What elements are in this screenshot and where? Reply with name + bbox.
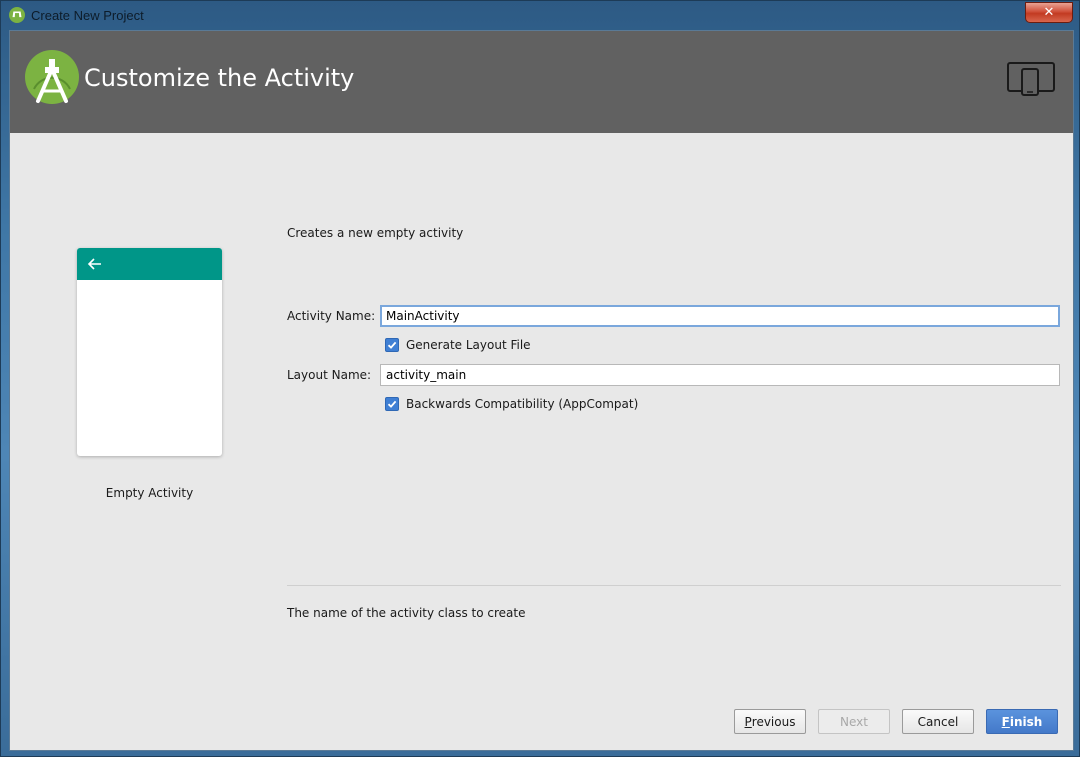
preview-toolbar: [77, 248, 222, 280]
activity-name-input[interactable]: [380, 305, 1060, 327]
template-description: Creates a new empty activity: [287, 226, 464, 240]
checkmark-icon: [387, 341, 397, 349]
activity-name-label: Activity Name:: [287, 309, 376, 323]
finish-label: inish: [1009, 714, 1043, 729]
android-studio-logo-icon: [25, 50, 79, 104]
layout-name-label: Layout Name:: [287, 368, 372, 382]
close-button[interactable]: ✕: [1025, 2, 1073, 23]
window-title: Create New Project: [31, 7, 144, 23]
backwards-compat-checkbox[interactable]: [385, 397, 399, 411]
previous-label: revious: [751, 714, 796, 729]
field-help-text: The name of the activity class to create: [287, 606, 526, 620]
finish-button[interactable]: Finish: [986, 709, 1058, 734]
template-name: Empty Activity: [105, 486, 194, 500]
cancel-button[interactable]: Cancel: [902, 709, 974, 734]
android-studio-icon: [9, 7, 25, 23]
backwards-compat-label: Backwards Compatibility (AppCompat): [406, 397, 639, 411]
generate-layout-checkbox-row[interactable]: Generate Layout File: [385, 338, 531, 352]
next-button[interactable]: Next: [818, 709, 890, 734]
previous-button[interactable]: Previous: [734, 709, 806, 734]
wizard-header: Customize the Activity: [10, 31, 1073, 133]
backwards-compat-checkbox-row[interactable]: Backwards Compatibility (AppCompat): [385, 397, 638, 411]
checkmark-icon: [387, 400, 397, 408]
generate-layout-label: Generate Layout File: [406, 338, 531, 352]
divider: [287, 585, 1061, 586]
layout-name-input[interactable]: [380, 364, 1060, 386]
arrow-back-icon: [87, 258, 101, 270]
device-form-factor-icon: [1007, 62, 1055, 96]
page-title: Customize the Activity: [84, 64, 355, 92]
activity-template-preview: [77, 248, 222, 456]
previous-mnemonic: P: [744, 714, 752, 729]
dialog-window: Create New Project ✕ Customize the Activ…: [0, 0, 1080, 757]
generate-layout-checkbox[interactable]: [385, 338, 399, 352]
dialog-content: Customize the Activity Empty Activity Cr…: [9, 30, 1074, 751]
finish-mnemonic: F: [1001, 714, 1010, 729]
title-bar[interactable]: Create New Project ✕: [1, 1, 1080, 29]
